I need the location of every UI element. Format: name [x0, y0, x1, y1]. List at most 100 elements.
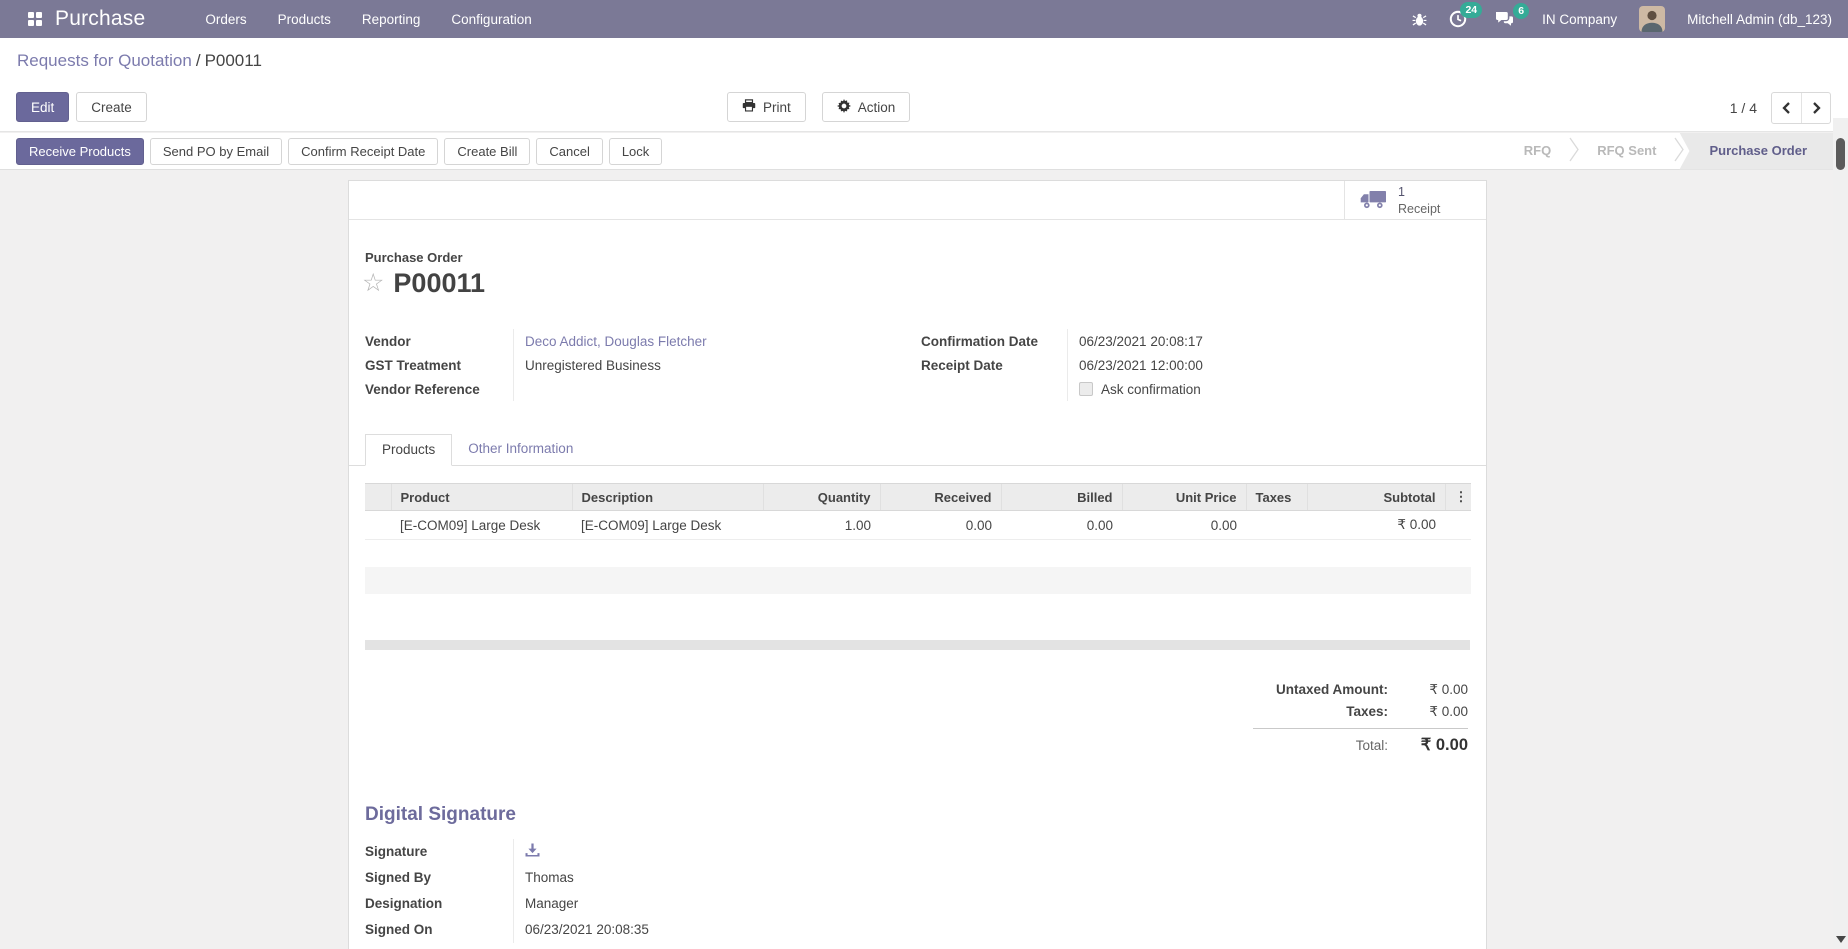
- pager-next-button[interactable]: [1801, 93, 1830, 123]
- menu-orders[interactable]: Orders: [203, 2, 248, 37]
- main-menu: Orders Products Reporting Configuration: [203, 2, 533, 37]
- lock-button[interactable]: Lock: [609, 138, 662, 165]
- cell-subtotal: ₹ 0.00: [1307, 511, 1445, 540]
- vendor-reference-label: Vendor Reference: [365, 377, 513, 401]
- gst-treatment-label: GST Treatment: [365, 353, 513, 377]
- ask-confirmation-checkbox[interactable]: [1079, 382, 1093, 396]
- signature-fields: Signature Signed By Thomas Designation M…: [365, 839, 905, 943]
- messages-chat-icon[interactable]: 6: [1495, 11, 1514, 27]
- confirmation-date-label: Confirmation Date: [921, 329, 1067, 353]
- pager-previous-button[interactable]: [1772, 93, 1801, 123]
- document-number: P00011: [393, 268, 485, 299]
- breadcrumb: Requests for Quotation/P00011: [17, 51, 262, 71]
- scrollbar-down-arrow[interactable]: [1836, 936, 1846, 943]
- action-button[interactable]: Action: [822, 92, 911, 122]
- col-subtotal: Subtotal: [1307, 484, 1445, 511]
- cell-taxes: [1246, 511, 1307, 540]
- notebook-tabs: Products Other Information: [349, 433, 1486, 466]
- list-header-row: Product Description Quantity Received Bi…: [365, 484, 1471, 511]
- app-brand[interactable]: Purchase: [55, 7, 145, 31]
- totals-block: Untaxed Amount: ₹ 0.00 Taxes: ₹ 0.00 Tot…: [1253, 679, 1468, 758]
- debug-bug-icon[interactable]: [1412, 12, 1427, 27]
- vendor-reference-value: [513, 377, 905, 401]
- scrollbar-thumb[interactable]: [1836, 138, 1845, 170]
- designation-label: Designation: [365, 891, 513, 917]
- optional-columns-icon[interactable]: ⋮: [1445, 484, 1471, 511]
- receipt-date-label: Receipt Date: [921, 353, 1067, 377]
- vendor-label: Vendor: [365, 329, 513, 353]
- empty-row: [365, 567, 1471, 594]
- smart-button-box: 1 Receipt: [349, 181, 1486, 220]
- gear-icon: [837, 99, 851, 116]
- col-received: Received: [880, 484, 1001, 511]
- receipt-date-value: 06/23/2021 12:00:00: [1067, 353, 1470, 377]
- form-view-content: 1 Receipt Purchase Order ☆ P00011 Vendor…: [0, 170, 1848, 949]
- order-lines-list: Product Description Quantity Received Bi…: [365, 483, 1470, 650]
- step-chevron-icon: [1568, 131, 1580, 171]
- col-description: Description: [572, 484, 763, 511]
- activity-count-badge: 24: [1460, 2, 1482, 18]
- favorite-star-icon[interactable]: ☆: [362, 271, 384, 296]
- step-rfq[interactable]: RFQ: [1507, 133, 1568, 170]
- company-switcher[interactable]: IN Company: [1542, 12, 1617, 27]
- tab-other-information[interactable]: Other Information: [452, 434, 589, 466]
- odoo-purchase-screen: Purchase Orders Products Reporting Confi…: [0, 0, 1848, 949]
- total-label: Total:: [1356, 738, 1388, 753]
- confirm-receipt-date-button[interactable]: Confirm Receipt Date: [288, 138, 438, 165]
- untaxed-amount-value: ₹ 0.00: [1388, 682, 1468, 698]
- user-menu[interactable]: Mitchell Admin (db_123): [1687, 12, 1832, 27]
- actions-row: Edit Create Print Action 1 / 4: [0, 92, 1848, 123]
- send-po-by-email-button[interactable]: Send PO by Email: [150, 138, 282, 165]
- download-icon[interactable]: [525, 843, 540, 860]
- col-billed: Billed: [1001, 484, 1122, 511]
- printer-icon: [742, 99, 756, 115]
- gst-treatment-value: Unregistered Business: [513, 353, 905, 377]
- cell-unit-price: 0.00: [1122, 511, 1246, 540]
- create-bill-button[interactable]: Create Bill: [444, 138, 530, 165]
- menu-configuration[interactable]: Configuration: [449, 2, 533, 37]
- signed-on-label: Signed On: [365, 917, 513, 943]
- menu-reporting[interactable]: Reporting: [360, 2, 423, 37]
- empty-row: [365, 594, 1471, 621]
- col-product: Product: [391, 484, 572, 511]
- taxes-label: Taxes:: [1346, 704, 1388, 719]
- cancel-button[interactable]: Cancel: [536, 138, 602, 165]
- breadcrumb-parent-link[interactable]: Requests for Quotation: [17, 51, 192, 70]
- print-button[interactable]: Print: [727, 92, 806, 122]
- tab-products[interactable]: Products: [365, 434, 452, 466]
- order-line-row[interactable]: [E-COM09] Large Desk [E-COM09] Large Des…: [365, 511, 1471, 540]
- cell-billed: 0.00: [1001, 511, 1122, 540]
- empty-row: [365, 540, 1471, 567]
- cell-quantity: 1.00: [763, 511, 880, 540]
- digital-signature-heading: Digital Signature: [365, 804, 1470, 826]
- apps-grid-icon[interactable]: [28, 12, 42, 26]
- create-button[interactable]: Create: [76, 92, 147, 122]
- untaxed-amount-label: Untaxed Amount:: [1276, 682, 1388, 697]
- receipt-count: 1: [1398, 184, 1440, 200]
- ask-confirmation-label: Ask confirmation: [1101, 382, 1201, 397]
- signed-on-value: 06/23/2021 20:08:35: [513, 917, 905, 943]
- breadcrumb-current: P00011: [205, 51, 262, 70]
- step-rfq-sent[interactable]: RFQ Sent: [1580, 133, 1673, 170]
- document-type-label: Purchase Order: [365, 250, 1470, 265]
- navbar-right: 24 6 IN Company Mitchell Admin (db_123): [1412, 6, 1832, 32]
- activities-clock-icon[interactable]: 24: [1449, 10, 1467, 28]
- col-taxes: Taxes: [1246, 484, 1307, 511]
- horizontal-scrollbar-track[interactable]: [365, 640, 1470, 650]
- cell-received: 0.00: [880, 511, 1001, 540]
- status-steps: RFQ RFQ Sent Purchase Order: [1507, 133, 1848, 170]
- form-sheet: 1 Receipt Purchase Order ☆ P00011 Vendor…: [348, 180, 1487, 949]
- breadcrumb-separator: /: [192, 51, 205, 70]
- taxes-value: ₹ 0.00: [1388, 704, 1468, 720]
- receipt-smart-button[interactable]: 1 Receipt: [1344, 181, 1486, 220]
- menu-products[interactable]: Products: [276, 2, 333, 37]
- vertical-scrollbar[interactable]: [1833, 118, 1848, 949]
- total-value: ₹ 0.00: [1388, 735, 1468, 755]
- receive-products-button[interactable]: Receive Products: [16, 138, 144, 165]
- user-avatar[interactable]: [1639, 6, 1665, 32]
- edit-button[interactable]: Edit: [16, 92, 69, 122]
- vendor-value-link[interactable]: Deco Addict, Douglas Fletcher: [525, 334, 707, 349]
- cell-description: [E-COM09] Large Desk: [572, 511, 763, 540]
- pager-counter: 1 / 4: [1730, 100, 1757, 116]
- step-purchase-order[interactable]: Purchase Order: [1679, 133, 1833, 170]
